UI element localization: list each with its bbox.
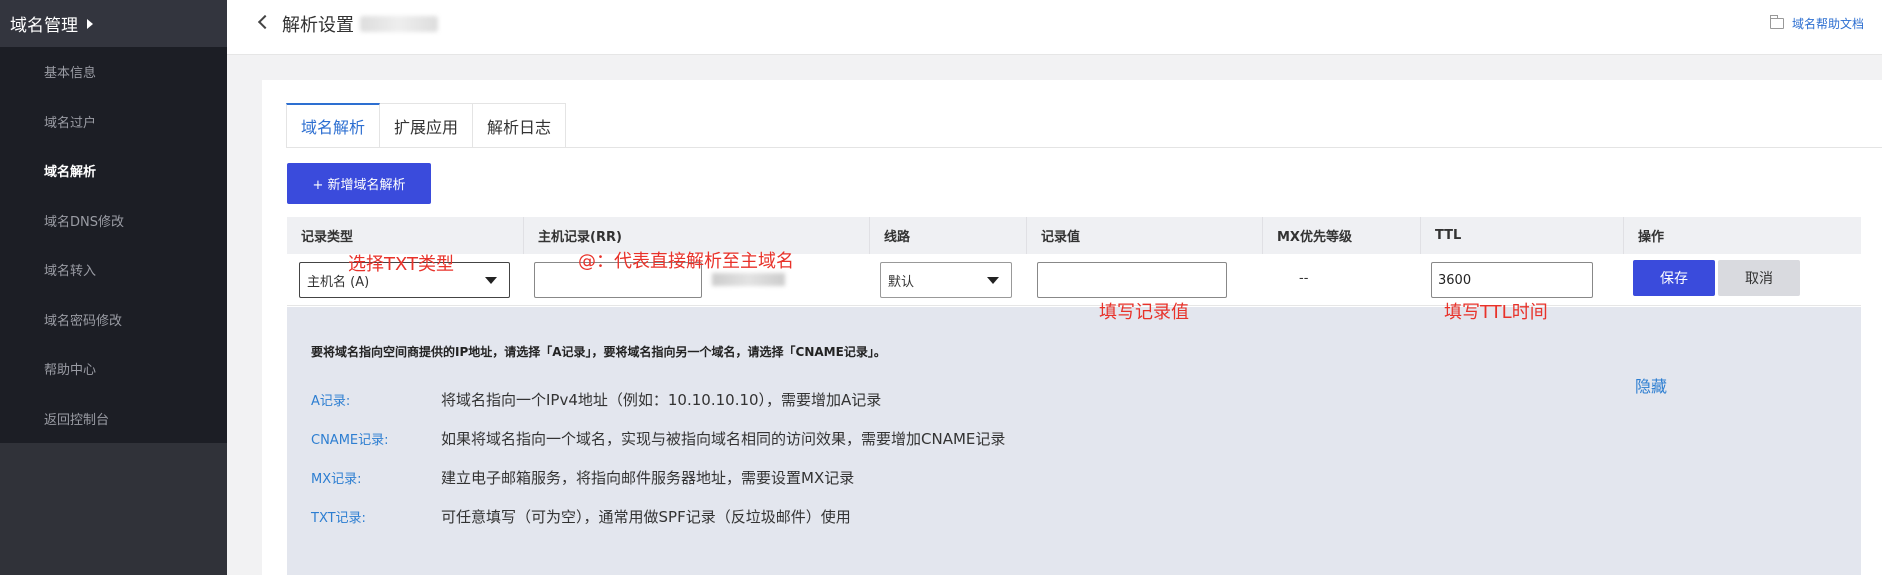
sidebar-item-dns-resolution[interactable]: 域名解析 xyxy=(0,146,227,196)
sidebar-item-back-console[interactable]: 返回控制台 xyxy=(0,394,227,444)
tab-bar: 域名解析 扩展应用 解析日志 xyxy=(286,103,567,147)
back-arrow-icon[interactable] xyxy=(257,14,273,30)
redacted-host-suffix xyxy=(712,273,785,286)
line-value: 默认 xyxy=(888,274,915,290)
header-ttl: TTL xyxy=(1421,217,1624,254)
tabs-divider xyxy=(286,147,1882,148)
table-header: 记录类型 主机记录(RR) 线路 记录值 MX优先等级 TTL 操作 xyxy=(287,217,1861,254)
record-value-input[interactable] xyxy=(1037,262,1227,298)
info-row-txt: TXT记录: 可任意填写（可为空），通常用做SPF记录（反垃圾邮件）使用 xyxy=(311,506,851,527)
sidebar-item-dns-modify[interactable]: 域名DNS修改 xyxy=(0,196,227,246)
folder-icon xyxy=(1769,15,1784,29)
redacted-domain xyxy=(360,16,438,32)
header-actions: 操作 xyxy=(1638,230,1665,245)
annotation-fill-value: 填写记录值 xyxy=(1099,302,1189,323)
info-desc: 将域名指向一个IPv4地址（例如：10.10.10.10），需要增加A记录 xyxy=(441,391,882,409)
tab-dns-resolution[interactable]: 域名解析 xyxy=(286,103,381,147)
help-doc-label: 域名帮助文档 xyxy=(1791,17,1864,31)
annotation-host-hint: @：代表直接解析至主域名 xyxy=(578,251,794,272)
info-lead-text: 要将域名指向空间商提供的IP地址，请选择「A记录」，要将域名指向另一个域名，请选… xyxy=(311,345,886,359)
info-desc: 可任意填写（可为空），通常用做SPF记录（反垃圾邮件）使用 xyxy=(441,508,851,526)
caret-right-icon xyxy=(87,18,93,29)
info-key: TXT记录: xyxy=(311,511,366,526)
annotation-fill-ttl: 填写TTL时间 xyxy=(1444,302,1548,323)
info-row-cname: CNAME记录: 如果将域名指向一个域名，实现与被指向域名相同的访问效果，需要增… xyxy=(311,428,1005,449)
mx-priority-value: -- xyxy=(1299,271,1309,286)
sidebar-item-domain-transfer-owner[interactable]: 域名过户 xyxy=(0,97,227,147)
sidebar-footer xyxy=(0,443,227,575)
tab-extended-apps[interactable]: 扩展应用 xyxy=(380,103,474,147)
dropdown-arrow-icon xyxy=(485,277,497,284)
table-row: 主机名 (A) 默认 -- 保存 取消 xyxy=(287,254,1861,306)
sidebar-item-help-center[interactable]: 帮助中心 xyxy=(0,344,227,394)
annotation-select-type: 选择TXT类型 xyxy=(348,254,455,275)
header-line: 线路 xyxy=(870,217,1027,254)
header-mx-priority: MX优先等级 xyxy=(1263,217,1421,254)
info-row-mx: MX记录: 建立电子邮箱服务，将指向邮件服务器地址，需要设置MX记录 xyxy=(311,467,854,488)
save-button[interactable]: 保存 xyxy=(1633,260,1715,296)
sidebar-item-password-modify[interactable]: 域名密码修改 xyxy=(0,295,227,345)
sidebar-list: 基本信息 域名过户 域名解析 域名DNS修改 域名转入 域名密码修改 帮助中心 … xyxy=(0,47,227,443)
add-record-button[interactable]: + 新增域名解析 xyxy=(287,163,431,204)
top-bar: 解析设置 域名帮助文档 xyxy=(227,0,1882,55)
info-row-a: A记录: 将域名指向一个IPv4地址（例如：10.10.10.10），需要增加A… xyxy=(311,389,881,410)
cancel-button[interactable]: 取消 xyxy=(1718,260,1800,296)
info-key: CNAME记录: xyxy=(311,433,389,448)
tab-resolution-log[interactable]: 解析日志 xyxy=(473,103,567,147)
info-panel: 要将域名指向空间商提供的IP地址，请选择「A记录」，要将域名指向另一个域名，请选… xyxy=(287,307,1861,575)
sidebar-body: 基本信息 域名过户 域名解析 域名DNS修改 域名转入 域名密码修改 帮助中心 … xyxy=(0,47,227,443)
main-card: 域名解析 扩展应用 解析日志 + 新增域名解析 记录类型 主机记录(RR) 线路… xyxy=(262,80,1882,575)
ttl-input[interactable] xyxy=(1431,262,1593,298)
info-key: A记录: xyxy=(311,394,351,409)
sidebar: 域名管理 基本信息 域名过户 域名解析 域名DNS修改 域名转入 域名密码修改 … xyxy=(0,0,227,575)
header-record-type: 记录类型 xyxy=(287,217,524,254)
sidebar-item-domain-transfer-in[interactable]: 域名转入 xyxy=(0,245,227,295)
sidebar-title: 域名管理 xyxy=(10,16,78,36)
header-record-value: 记录值 xyxy=(1027,217,1263,254)
info-desc: 建立电子邮箱服务，将指向邮件服务器地址，需要设置MX记录 xyxy=(441,469,855,487)
sidebar-item-basic-info[interactable]: 基本信息 xyxy=(0,47,227,97)
dropdown-arrow-icon xyxy=(987,277,999,284)
info-desc: 如果将域名指向一个域名，实现与被指向域名相同的访问效果，需要增加CNAME记录 xyxy=(441,430,1006,448)
line-select[interactable]: 默认 xyxy=(880,262,1012,298)
help-doc-link[interactable]: 域名帮助文档 xyxy=(1769,15,1864,32)
page-title: 解析设置 xyxy=(282,15,354,36)
info-key: MX记录: xyxy=(311,472,362,487)
hide-link[interactable]: 隐藏 xyxy=(1635,373,1667,397)
sidebar-header[interactable]: 域名管理 xyxy=(0,0,227,47)
